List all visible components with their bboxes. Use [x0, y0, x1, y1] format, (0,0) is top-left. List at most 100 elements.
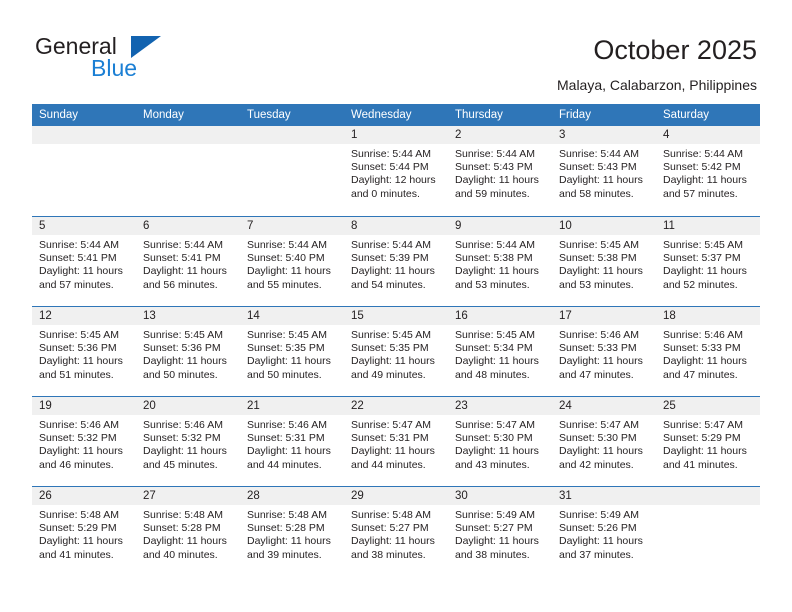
sunset-time: Sunset: 5:31 PM — [247, 432, 325, 445]
sunrise-time: Sunrise: 5:49 AM — [559, 509, 639, 521]
day-number: 15 — [344, 307, 448, 325]
sunrise-time: Sunrise: 5:45 AM — [351, 329, 431, 341]
daylight-duration-line2: and 53 minutes. — [559, 278, 634, 291]
daylight-duration-line1: Daylight: 11 hours — [455, 535, 539, 548]
daylight-duration-line1: Daylight: 11 hours — [247, 535, 331, 548]
calendar-day-cell[interactable]: 22 Sunrise: 5:47 AM Sunset: 5:31 PM Dayligh… — [344, 397, 448, 486]
day-number: 2 — [448, 126, 552, 144]
daylight-duration-line2: and 56 minutes. — [143, 278, 218, 291]
daylight-duration-line1: Daylight: 11 hours — [455, 355, 539, 368]
calendar-day-cell[interactable]: 28 Sunrise: 5:48 AM Sunset: 5:28 PM Dayligh… — [240, 487, 344, 576]
daylight-duration-line1: Daylight: 11 hours — [559, 445, 643, 458]
calendar-day-cell[interactable]: 30 Sunrise: 5:49 AM Sunset: 5:27 PM Dayligh… — [448, 487, 552, 576]
day-sun-info: Sunrise: 5:46 AM Sunset: 5:33 PM Daylight:… — [552, 325, 656, 382]
calendar-day-cell[interactable]: 3 Sunrise: 5:44 AM Sunset: 5:43 PM Daylight… — [552, 126, 656, 216]
calendar-day-cell[interactable]: 19 Sunrise: 5:46 AM Sunset: 5:32 PM Dayligh… — [32, 397, 136, 486]
daylight-duration-line2: and 50 minutes. — [247, 368, 322, 381]
daylight-duration-line2: and 41 minutes. — [39, 548, 114, 561]
day-sun-info: Sunrise: 5:46 AM Sunset: 5:33 PM Daylight:… — [656, 325, 760, 382]
daylight-duration-line2: and 49 minutes. — [351, 368, 426, 381]
day-sun-info: Sunrise: 5:48 AM Sunset: 5:29 PM Daylight:… — [32, 505, 136, 562]
day-sun-info: Sunrise: 5:44 AM Sunset: 5:38 PM Daylight:… — [448, 235, 552, 292]
calendar-day-cell[interactable]: 5 Sunrise: 5:44 AM Sunset: 5:41 PM Daylight… — [32, 217, 136, 306]
calendar-page: General Blue October 2025 Malaya, Calaba… — [0, 0, 792, 612]
calendar-day-cell[interactable]: 31 Sunrise: 5:49 AM Sunset: 5:26 PM Dayligh… — [552, 487, 656, 576]
daylight-duration-line1: Daylight: 11 hours — [663, 265, 747, 278]
calendar-week-row: 5 Sunrise: 5:44 AM Sunset: 5:41 PM Daylight… — [32, 216, 760, 306]
calendar-day-cell[interactable]: 17 Sunrise: 5:46 AM Sunset: 5:33 PM Dayligh… — [552, 307, 656, 396]
calendar-day-cell[interactable]: 8 Sunrise: 5:44 AM Sunset: 5:39 PM Daylight… — [344, 217, 448, 306]
day-sun-info: Sunrise: 5:45 AM Sunset: 5:38 PM Daylight:… — [552, 235, 656, 292]
day-sun-info: Sunrise: 5:44 AM Sunset: 5:43 PM Daylight:… — [448, 144, 552, 201]
daylight-duration-line2: and 39 minutes. — [247, 548, 322, 561]
sunrise-time: Sunrise: 5:44 AM — [455, 239, 535, 251]
calendar-day-cell[interactable]: 21 Sunrise: 5:46 AM Sunset: 5:31 PM Dayligh… — [240, 397, 344, 486]
calendar-day-cell[interactable]: 4 Sunrise: 5:44 AM Sunset: 5:42 PM Daylight… — [656, 126, 760, 216]
sunset-time: Sunset: 5:35 PM — [351, 342, 429, 355]
day-sun-info: Sunrise: 5:46 AM Sunset: 5:31 PM Daylight:… — [240, 415, 344, 472]
weekday-header-monday: Monday — [143, 109, 184, 121]
daylight-duration-line1: Daylight: 11 hours — [455, 265, 539, 278]
logo-text-blue: Blue — [91, 55, 138, 81]
calendar-grid: Sunday Monday Tuesday Wednesday Thursday… — [32, 104, 760, 576]
calendar-week-row: 26 Sunrise: 5:48 AM Sunset: 5:29 PM Dayligh… — [32, 486, 760, 576]
sunrise-time: Sunrise: 5:44 AM — [39, 239, 119, 251]
calendar-day-cell[interactable]: 7 Sunrise: 5:44 AM Sunset: 5:40 PM Daylight… — [240, 217, 344, 306]
page-subtitle: Malaya, Calabarzon, Philippines — [557, 77, 757, 93]
sunrise-time: Sunrise: 5:45 AM — [143, 329, 223, 341]
daylight-duration-line2: and 53 minutes. — [455, 278, 530, 291]
daylight-duration-line2: and 46 minutes. — [39, 458, 114, 471]
weekday-header-wednesday: Wednesday — [351, 109, 412, 121]
day-sun-info: Sunrise: 5:44 AM Sunset: 5:43 PM Daylight:… — [552, 144, 656, 201]
calendar-day-cell-empty — [240, 126, 344, 216]
day-sun-info: Sunrise: 5:49 AM Sunset: 5:27 PM Daylight:… — [448, 505, 552, 562]
generalblue-logo[interactable]: General Blue — [35, 33, 235, 81]
page-title: October 2025 — [593, 35, 757, 65]
daylight-duration-line2: and 40 minutes. — [143, 548, 218, 561]
day-number: 4 — [656, 126, 760, 144]
sunset-time: Sunset: 5:26 PM — [559, 522, 637, 535]
calendar-day-cell[interactable]: 9 Sunrise: 5:44 AM Sunset: 5:38 PM Daylight… — [448, 217, 552, 306]
calendar-day-cell[interactable]: 20 Sunrise: 5:46 AM Sunset: 5:32 PM Dayligh… — [136, 397, 240, 486]
sunset-time: Sunset: 5:44 PM — [351, 161, 429, 174]
daylight-duration-line1: Daylight: 11 hours — [455, 445, 539, 458]
calendar-day-cell[interactable]: 6 Sunrise: 5:44 AM Sunset: 5:41 PM Daylight… — [136, 217, 240, 306]
sunset-time: Sunset: 5:30 PM — [455, 432, 533, 445]
daylight-duration-line1: Daylight: 11 hours — [559, 535, 643, 548]
calendar-day-cell[interactable]: 11 Sunrise: 5:45 AM Sunset: 5:37 PM Dayligh… — [656, 217, 760, 306]
calendar-day-cell[interactable]: 12 Sunrise: 5:45 AM Sunset: 5:36 PM Dayligh… — [32, 307, 136, 396]
sunrise-time: Sunrise: 5:47 AM — [351, 419, 431, 431]
calendar-day-cell[interactable]: 24 Sunrise: 5:47 AM Sunset: 5:30 PM Dayligh… — [552, 397, 656, 486]
calendar-day-cell[interactable]: 29 Sunrise: 5:48 AM Sunset: 5:27 PM Dayligh… — [344, 487, 448, 576]
calendar-day-cell[interactable]: 25 Sunrise: 5:47 AM Sunset: 5:29 PM Dayligh… — [656, 397, 760, 486]
daylight-duration-line1: Daylight: 11 hours — [143, 535, 227, 548]
day-number: 24 — [552, 397, 656, 415]
daylight-duration-line2: and 52 minutes. — [663, 278, 738, 291]
calendar-day-cell[interactable]: 14 Sunrise: 5:45 AM Sunset: 5:35 PM Dayligh… — [240, 307, 344, 396]
calendar-day-cell[interactable]: 15 Sunrise: 5:45 AM Sunset: 5:35 PM Dayligh… — [344, 307, 448, 396]
day-number: 6 — [136, 217, 240, 235]
calendar-day-cell-empty — [656, 487, 760, 576]
calendar-day-cell[interactable]: 18 Sunrise: 5:46 AM Sunset: 5:33 PM Dayligh… — [656, 307, 760, 396]
calendar-day-cell[interactable]: 1 Sunrise: 5:44 AM Sunset: 5:44 PM Daylight… — [344, 126, 448, 216]
sunrise-time: Sunrise: 5:44 AM — [351, 239, 431, 251]
day-number: 31 — [552, 487, 656, 505]
daylight-duration-line2: and 0 minutes. — [351, 187, 420, 200]
calendar-day-cell[interactable]: 27 Sunrise: 5:48 AM Sunset: 5:28 PM Dayligh… — [136, 487, 240, 576]
day-number: 7 — [240, 217, 344, 235]
calendar-day-cell[interactable]: 10 Sunrise: 5:45 AM Sunset: 5:38 PM Dayligh… — [552, 217, 656, 306]
calendar-day-cell[interactable]: 2 Sunrise: 5:44 AM Sunset: 5:43 PM Daylight… — [448, 126, 552, 216]
day-sun-info: Sunrise: 5:45 AM Sunset: 5:37 PM Daylight:… — [656, 235, 760, 292]
calendar-week-row: 1 Sunrise: 5:44 AM Sunset: 5:44 PM Daylight… — [32, 126, 760, 216]
daylight-duration-line1: Daylight: 11 hours — [351, 355, 435, 368]
calendar-day-cell[interactable]: 13 Sunrise: 5:45 AM Sunset: 5:36 PM Dayligh… — [136, 307, 240, 396]
calendar-day-cell[interactable]: 26 Sunrise: 5:48 AM Sunset: 5:29 PM Dayligh… — [32, 487, 136, 576]
calendar-day-cell[interactable]: 16 Sunrise: 5:45 AM Sunset: 5:34 PM Dayligh… — [448, 307, 552, 396]
sunrise-time: Sunrise: 5:45 AM — [39, 329, 119, 341]
calendar-day-cell[interactable]: 23 Sunrise: 5:47 AM Sunset: 5:30 PM Dayligh… — [448, 397, 552, 486]
day-sun-info: Sunrise: 5:44 AM Sunset: 5:39 PM Daylight:… — [344, 235, 448, 292]
sunrise-time: Sunrise: 5:44 AM — [663, 148, 743, 160]
sunset-time: Sunset: 5:28 PM — [143, 522, 221, 535]
sunrise-time: Sunrise: 5:47 AM — [559, 419, 639, 431]
day-sun-info: Sunrise: 5:47 AM Sunset: 5:31 PM Daylight:… — [344, 415, 448, 472]
